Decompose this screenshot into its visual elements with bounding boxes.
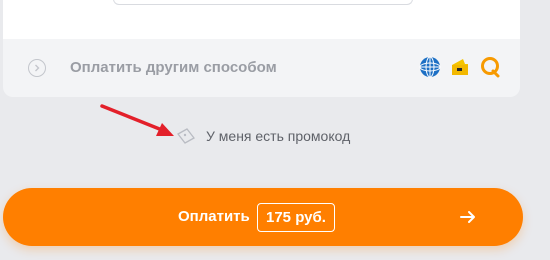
payment-system-icons bbox=[419, 56, 501, 78]
payment-card: Оплатить другим способом bbox=[3, 0, 520, 97]
promo-code-toggle[interactable]: У меня есть промокод bbox=[176, 126, 350, 146]
pay-button-label: Оплатить bbox=[178, 208, 250, 225]
card-input-field[interactable] bbox=[113, 0, 413, 5]
pay-button[interactable]: Оплатить 175 руб. bbox=[3, 188, 523, 246]
webmoney-icon bbox=[419, 56, 441, 78]
qiwi-icon bbox=[481, 57, 500, 78]
price-badge: 175 руб. bbox=[257, 203, 335, 232]
card-top-section bbox=[3, 0, 520, 39]
ticket-icon bbox=[177, 128, 195, 144]
annotation-arrow-icon bbox=[100, 104, 174, 136]
yandex-wallet-icon bbox=[452, 59, 468, 75]
promo-code-label: У меня есть промокод bbox=[206, 128, 351, 144]
other-payment-method-label: Оплатить другим способом bbox=[70, 59, 277, 76]
chevron-right-circle-icon bbox=[28, 59, 46, 77]
arrow-right-icon bbox=[460, 211, 475, 223]
other-payment-method-row[interactable]: Оплатить другим способом bbox=[3, 39, 520, 97]
